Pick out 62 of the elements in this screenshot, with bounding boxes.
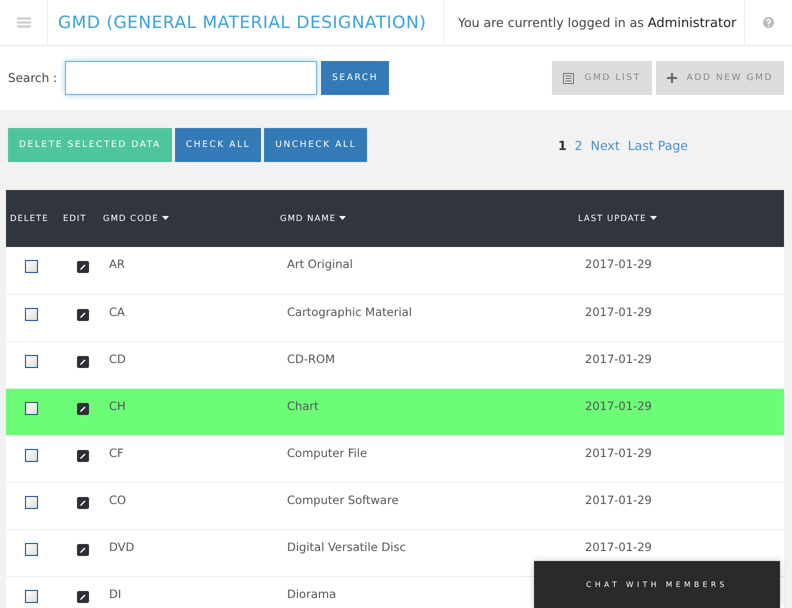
add-button[interactable]: ADD NEW GMD — [656, 61, 784, 95]
table-cell: Cartographic Material — [287, 304, 412, 318]
checkbox[interactable] — [25, 496, 38, 508]
table-cell: 2017-01-29 — [585, 446, 652, 460]
search-field[interactable] — [65, 61, 318, 95]
sort-caret-icon — [162, 216, 169, 220]
checkbox[interactable] — [25, 308, 38, 320]
checkbox[interactable] — [25, 402, 38, 414]
table-cell: 2017-01-29 — [585, 492, 652, 506]
edit-icon[interactable] — [77, 544, 89, 556]
table-cell: 2017-01-29 — [585, 540, 652, 554]
checkbox[interactable] — [25, 260, 38, 273]
checkbox[interactable] — [25, 448, 38, 462]
table-cell: DVD — [109, 540, 134, 554]
table-cell: Computer Software — [287, 492, 399, 506]
table-cell: CH — [109, 398, 126, 412]
table-cell: AR — [109, 257, 125, 271]
table-cell: 2017-01-29 — [585, 304, 652, 318]
login-status: You are currently logged in as Administrator — [458, 14, 736, 30]
checkbox[interactable] — [25, 542, 38, 556]
page-link[interactable]: Last Page — [628, 138, 688, 152]
table-cell: 2017-01-29 — [585, 398, 652, 412]
column-header: EDIT — [60, 190, 103, 247]
sort-caret-icon — [339, 216, 346, 220]
table-cell: CD-ROM — [287, 352, 335, 366]
search-button[interactable]: SEARCH — [321, 61, 390, 95]
page-link[interactable]: Next — [590, 138, 620, 152]
sort-caret-icon — [650, 216, 656, 220]
edit-icon[interactable] — [77, 308, 89, 320]
table-cell: Diorama — [287, 586, 336, 600]
table-cell: DI — [109, 586, 122, 600]
table-cell: CD — [109, 352, 126, 366]
edit-icon[interactable] — [77, 402, 89, 414]
page-link[interactable]: 2 — [574, 138, 583, 152]
page-link[interactable]: 1 — [558, 138, 567, 152]
column-header[interactable]: LAST UPDATE — [578, 190, 784, 247]
check-button[interactable]: CHECK ALL — [174, 128, 262, 162]
column-header[interactable]: GMD CODE — [103, 190, 280, 247]
table-cell: Computer File — [287, 446, 368, 460]
table-cell: Digital Versatile Disc — [287, 540, 406, 554]
table-cell: CF — [109, 446, 124, 460]
list-icon — [563, 72, 574, 84]
check-button[interactable]: UNCHECK ALL — [264, 128, 368, 162]
table-cell: 2017-01-29 — [585, 352, 652, 366]
checkbox[interactable] — [25, 354, 38, 368]
edit-icon[interactable] — [77, 261, 89, 273]
table-cell: Chart — [287, 398, 319, 412]
edit-icon[interactable] — [77, 590, 89, 602]
search-label: Search : — [8, 71, 58, 85]
edit-icon[interactable] — [77, 356, 89, 368]
edit-icon[interactable] — [77, 496, 89, 508]
plus-icon — [666, 73, 677, 83]
column-header[interactable]: GMD NAME — [280, 190, 578, 247]
page-title: GMD (GENERAL MATERIAL DESIGNATION) — [58, 12, 426, 32]
column-header: DELETE — [6, 190, 60, 247]
edit-icon[interactable] — [77, 450, 89, 462]
table-cell: CO — [109, 492, 126, 506]
table-cell: 2017-01-29 — [585, 257, 652, 271]
checkbox[interactable] — [25, 590, 38, 602]
table-cell: Art Original — [287, 257, 353, 271]
table-cell: CA — [109, 304, 125, 318]
list-button[interactable]: GMD LIST — [552, 61, 652, 95]
